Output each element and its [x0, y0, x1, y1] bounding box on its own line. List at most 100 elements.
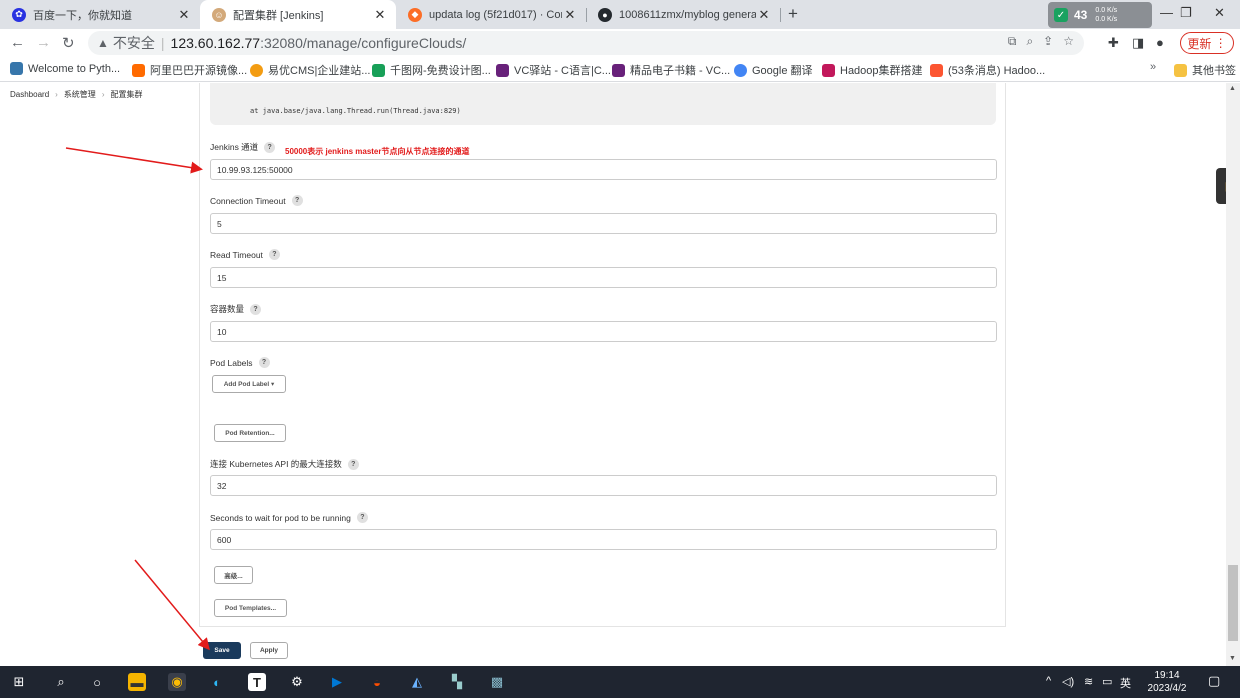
notification-icon[interactable]: ▢: [1208, 673, 1220, 689]
tab-title: 1008611zmx/myblog general: [619, 8, 756, 21]
update-label: 更新: [1187, 36, 1212, 51]
share-icon[interactable]: ⇪: [1043, 34, 1063, 48]
bookmark-item[interactable]: 阿里巴巴开源镜像...: [132, 62, 247, 78]
help-icon[interactable]: ?: [268, 249, 280, 260]
wifi-icon[interactable]: ≋: [1084, 675, 1093, 688]
windows-start-icon[interactable]: ⊞: [10, 673, 28, 691]
help-icon[interactable]: ?: [347, 458, 359, 470]
bookmark-label: Hadoop集群搭建: [840, 65, 923, 77]
folder-icon: [1174, 63, 1187, 77]
bookmark-item[interactable]: VC驿站 - C语言|C...: [496, 62, 611, 78]
help-icon[interactable]: ?: [258, 357, 270, 368]
breadcrumb-dashboard[interactable]: Dashboard: [10, 90, 49, 99]
help-icon[interactable]: ?: [356, 512, 368, 523]
tab-gitlab[interactable]: ◆ updata log (5f21d017) · Comm ✕: [396, 0, 586, 29]
tab-jenkins[interactable]: ☺ 配置集群 [Jenkins] ✕: [200, 0, 396, 29]
close-icon[interactable]: ✕: [562, 7, 578, 23]
scroll-down-icon[interactable]: ▼: [1229, 655, 1236, 662]
bookmark-label: Welcome to Pyth...: [28, 62, 121, 75]
zoom-icon[interactable]: ⌕: [1026, 34, 1043, 48]
help-icon[interactable]: ?: [250, 303, 262, 315]
bookmark-item[interactable]: Google 翻译: [734, 62, 813, 78]
jenkins-tunnel-label: Jenkins 通道?: [210, 141, 276, 153]
settings-icon[interactable]: ⚙: [288, 673, 306, 691]
notes-icon[interactable]: ◭: [408, 673, 426, 691]
terminal-icon[interactable]: ▶: [328, 673, 346, 691]
input-method-indicator[interactable]: 英: [1120, 675, 1131, 691]
page-scrollbar[interactable]: ▲ ▼: [1226, 83, 1240, 666]
tray-overflow-icon[interactable]: ^: [1046, 675, 1051, 687]
breadcrumb-manage[interactable]: 系统管理: [64, 89, 96, 100]
scroll-up-icon[interactable]: ▲: [1229, 85, 1236, 92]
container-cap-input[interactable]: 10: [210, 321, 997, 342]
apply-button[interactable]: Apply: [250, 642, 288, 659]
tab-github[interactable]: ● 1008611zmx/myblog general ✕: [586, 0, 780, 29]
close-window-icon[interactable]: ✕: [1214, 5, 1225, 21]
reload-icon[interactable]: ↻: [62, 34, 75, 52]
restore-icon[interactable]: ❐: [1180, 5, 1192, 21]
read-timeout-input[interactable]: 15: [210, 267, 997, 288]
other-bookmarks[interactable]: 其他书签: [1174, 62, 1236, 78]
tab-baidu[interactable]: ✿ 百度一下，你就知道 ✕: [0, 0, 200, 29]
back-icon[interactable]: ←: [10, 34, 25, 51]
add-pod-label-button[interactable]: Add Pod Label ▾: [212, 375, 286, 393]
help-icon[interactable]: ?: [291, 195, 303, 206]
update-button[interactable]: 更新 ⋮: [1180, 32, 1234, 54]
pod-wait-input[interactable]: 600: [210, 529, 997, 550]
typora-icon[interactable]: T: [248, 673, 266, 691]
bookmark-label: Google 翻译: [752, 65, 813, 77]
network-speeds: 0.0 K/s 0.0 K/s: [1095, 6, 1117, 24]
advanced-button[interactable]: 高级...: [214, 566, 253, 584]
profile-icon[interactable]: ●: [1156, 35, 1164, 50]
upload-speed: 0.0 K/s: [1095, 7, 1118, 14]
keyboard-icon[interactable]: ▭: [1102, 675, 1112, 688]
save-button[interactable]: Save: [203, 642, 241, 659]
tab-title: updata log (5f21d017) · Comm: [429, 8, 562, 21]
minimize-icon[interactable]: —: [1160, 5, 1173, 20]
pod-retention-button[interactable]: Pod Retention...: [214, 424, 286, 442]
bookmark-item[interactable]: Welcome to Pyth...: [10, 62, 120, 75]
breadcrumb-clouds[interactable]: 配置集群: [110, 89, 142, 100]
forward-icon[interactable]: →: [36, 34, 51, 51]
bookmark-item[interactable]: 千图网-免费设计图...: [372, 62, 491, 78]
scrollbar-thumb[interactable]: [1228, 565, 1238, 641]
url-host: 123.60.162.77: [170, 35, 261, 51]
bookmarks-overflow[interactable]: »: [1150, 61, 1156, 73]
bookmark-item[interactable]: 易优CMS|企业建站...: [250, 62, 370, 78]
system-clock[interactable]: 19:14 2023/4/2: [1144, 669, 1190, 695]
extensions-icon[interactable]: ✚: [1108, 35, 1119, 51]
translate-icon[interactable]: ⧉: [1008, 34, 1027, 48]
side-panel-icon[interactable]: ◨: [1132, 35, 1144, 51]
bookmark-label: 易优CMS|企业建站...: [268, 65, 371, 77]
app-icon[interactable]: ◒: [368, 673, 386, 691]
cortana-icon[interactable]: ○: [88, 673, 106, 691]
help-icon[interactable]: ?: [264, 141, 276, 153]
close-icon[interactable]: ✕: [176, 7, 192, 23]
url-path: :32080/manage/configureClouds/: [260, 35, 467, 51]
bookmark-item[interactable]: Hadoop集群搭建: [822, 62, 923, 78]
url-bar[interactable]: ▲ 不安全 | 123.60.162.77 :32080/manage/conf…: [88, 31, 1084, 55]
bookmark-item[interactable]: 精品电子书籍 - VC...: [612, 62, 730, 78]
bookmark-item[interactable]: (53条消息) Hadoo...: [930, 62, 1045, 78]
connection-timeout-input[interactable]: 5: [210, 213, 997, 234]
edge-icon[interactable]: ◐: [208, 673, 226, 691]
file-explorer-icon[interactable]: ▬: [128, 673, 146, 691]
close-icon[interactable]: ✕: [756, 7, 772, 23]
new-tab-button[interactable]: +: [788, 4, 798, 24]
close-icon[interactable]: ✕: [372, 7, 388, 23]
pod-templates-button[interactable]: Pod Templates...: [214, 599, 287, 617]
hadoop-icon: [822, 63, 835, 77]
star-icon[interactable]: ☆: [1063, 34, 1084, 48]
image-viewer-icon[interactable]: ▩: [488, 673, 506, 691]
volume-icon[interactable]: ◁): [1062, 675, 1074, 688]
network-app-icon[interactable]: ▚: [448, 673, 466, 691]
max-connections-input[interactable]: 32: [210, 475, 997, 496]
field-label: Seconds to wait for pod to be running: [210, 512, 351, 523]
eyou-icon: [250, 63, 263, 77]
chrome-icon[interactable]: ◉: [168, 673, 186, 691]
jenkins-tunnel-input[interactable]: 10.99.93.125:50000: [210, 159, 997, 180]
bookmarks-bar: Welcome to Pyth... 阿里巴巴开源镜像... 易优CMS|企业建…: [0, 57, 1240, 82]
csdn-icon: [930, 63, 943, 77]
search-icon[interactable]: ⌕: [52, 673, 70, 691]
chevron-right-icon: ›: [101, 90, 105, 99]
